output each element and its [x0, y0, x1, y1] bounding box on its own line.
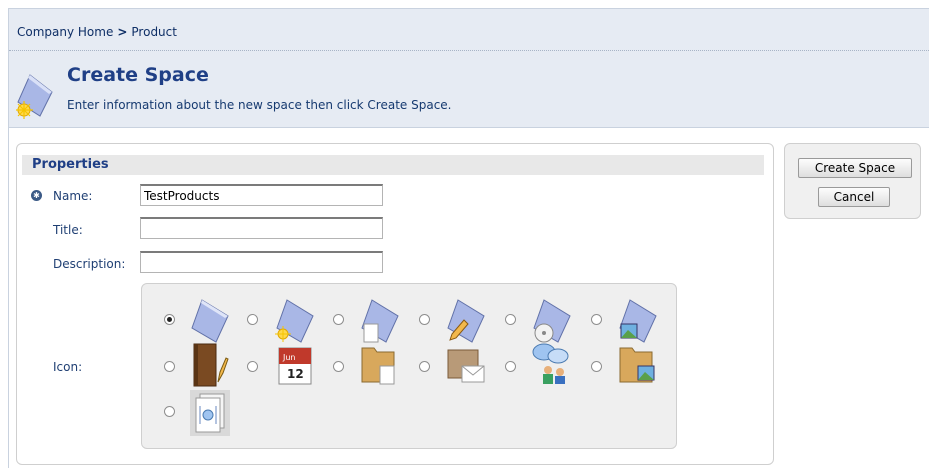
breadcrumb-product[interactable]: Product: [131, 25, 177, 39]
title-label: Title:: [53, 223, 83, 237]
icon-radio-7[interactable]: [164, 361, 175, 372]
calendar-icon[interactable]: Jun 12: [275, 342, 315, 388]
discussion-people-icon[interactable]: [532, 342, 572, 388]
breadcrumb-separator: >: [117, 25, 128, 39]
icon-radio-13[interactable]: [164, 406, 175, 417]
title-field[interactable]: [140, 217, 383, 239]
properties-label: Properties: [32, 157, 109, 172]
divider: [8, 127, 929, 128]
icon-radio-12[interactable]: [591, 361, 602, 372]
required-icon: ✱: [31, 190, 42, 201]
icon-radio-9[interactable]: [333, 361, 344, 372]
mail-box-icon[interactable]: [446, 342, 486, 388]
properties-header: [22, 155, 764, 175]
description-label: Description:: [53, 257, 126, 271]
icon-radio-2[interactable]: [247, 314, 258, 325]
icon-radio-11[interactable]: [505, 361, 516, 372]
page-description: Enter information about the new space th…: [67, 98, 452, 112]
cancel-button[interactable]: Cancel: [818, 187, 890, 207]
space-icon[interactable]: [190, 298, 230, 344]
actions-panel: [784, 143, 921, 219]
create-space-button[interactable]: Create Space: [798, 158, 912, 178]
icon-radio-5[interactable]: [505, 314, 516, 325]
name-label: Name:: [53, 189, 93, 203]
breadcrumb: Company Home > Product: [17, 25, 177, 39]
notebook-pencil-icon[interactable]: [190, 342, 230, 388]
breadcrumb-company-home[interactable]: Company Home: [17, 25, 113, 39]
space-document-icon[interactable]: [360, 298, 400, 344]
folder-document-icon[interactable]: [360, 342, 400, 388]
calendar-month: Jun: [282, 353, 296, 362]
icon-radio-10[interactable]: [419, 361, 430, 372]
description-field[interactable]: [140, 251, 383, 273]
name-field[interactable]: [140, 184, 383, 206]
space-edit-icon[interactable]: [446, 298, 486, 344]
calendar-day: 12: [287, 367, 304, 381]
web-project-icon[interactable]: [190, 390, 230, 436]
icon-radio-1[interactable]: [164, 314, 175, 325]
folder-image-icon[interactable]: [618, 342, 658, 388]
icon-radio-3[interactable]: [333, 314, 344, 325]
page-title: Create Space: [67, 64, 209, 86]
icon-label: Icon:: [53, 360, 83, 374]
divider: [9, 50, 929, 51]
space-disc-icon[interactable]: [532, 298, 572, 344]
left-edge: [8, 128, 9, 468]
create-space-icon: [15, 72, 56, 123]
icon-radio-8[interactable]: [247, 361, 258, 372]
space-image-icon[interactable]: [618, 298, 658, 344]
space-new-icon[interactable]: [275, 298, 315, 344]
icon-radio-4[interactable]: [419, 314, 430, 325]
icon-radio-6[interactable]: [591, 314, 602, 325]
